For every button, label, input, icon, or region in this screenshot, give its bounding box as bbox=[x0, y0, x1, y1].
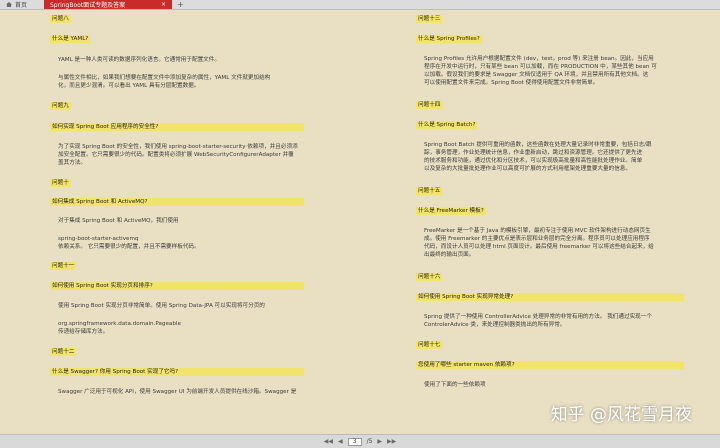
para-q17: 使用了下面的一些依赖项 bbox=[424, 382, 486, 388]
para-q13-1: Spring Profiles 允许用户根据配置文件 (dev，test，pro… bbox=[424, 56, 654, 62]
tab-document-label: SpringBoot面试专题及答案 bbox=[50, 2, 126, 9]
question-q10: 如何集成 Spring Boot 和 ActiveMQ? bbox=[50, 198, 304, 206]
para-q9-1: 为了实现 Spring Boot 的安全性，我们使用 spring-boot-s… bbox=[58, 144, 298, 150]
next-page-icon[interactable]: ▶ bbox=[377, 438, 382, 445]
first-page-icon[interactable]: ◀◀ bbox=[324, 438, 333, 445]
para-q8-a: YAML 是一种人类可读的数据序列化语言。它通常用于配置文件。 bbox=[58, 57, 220, 63]
close-icon[interactable]: × bbox=[161, 1, 166, 8]
para-q14-1: Spring Boot Batch 提供可重用的函数，这些函数在处理大量记录时非… bbox=[424, 142, 652, 148]
heading-q8: 问题八 bbox=[50, 15, 71, 23]
para-q13-3: 以加载。假设我们的要求是 Swagger 文档仅适用于 QA 环境，并且禁用所有… bbox=[424, 72, 649, 78]
heading-q10: 问题十 bbox=[50, 179, 71, 187]
home-icon bbox=[6, 2, 12, 7]
tab-bar: 首页 SpringBoot面试专题及答案 × + bbox=[0, 0, 720, 10]
para-q10-a: 对于集成 Spring Boot 和 ActiveMQ，我们使用 bbox=[58, 218, 179, 224]
page-left: 问题八 什么是 YAML? YAML 是一种人类可读的数据序列化语言。它通常用于… bbox=[50, 11, 334, 434]
tab-home-label: 首页 bbox=[15, 2, 28, 9]
para-q16-1: Spring 提供了一种使用 ControllerAdvice 处理异常的非常有… bbox=[424, 314, 652, 320]
page-number-input[interactable]: 3 bbox=[347, 437, 362, 446]
para-q11-a: 使用 Spring Boot 实现分页非常简单。使用 Spring Data-J… bbox=[58, 303, 265, 309]
para-q15-2: 成。使用 Freemarker 的主要优点是表示层和业务层的完全分离。程序员可以… bbox=[424, 236, 650, 242]
para-q9-2: 加安全配置。它只需要很少的代码。配置类将必须扩展 WebSecurityConf… bbox=[58, 152, 294, 158]
page-total: /5 bbox=[366, 438, 373, 445]
prev-page-icon[interactable]: ◀ bbox=[338, 438, 343, 445]
last-page-icon[interactable]: ▶▶ bbox=[387, 438, 396, 445]
para-q14-4: 以及复杂的大批量批处理作业可以高度可扩展的方式利用框架处理重要大量的信息。 bbox=[424, 166, 631, 172]
question-q16: 如何使用 Spring Boot 实现异常处理? bbox=[416, 293, 684, 301]
heading-q15: 问题十五 bbox=[416, 187, 443, 195]
watermark: 知乎 @风花雪月夜 bbox=[550, 405, 692, 425]
para-q13-2: 程序在开发中运行时，只有某些 bean 可以加载，而在 PRODUCTION 中… bbox=[424, 64, 657, 70]
heading-q14: 问题十四 bbox=[416, 101, 443, 109]
para-q8-b1: 与属性文件相比，如果我们想要在配置文件中添加复杂的属性，YAML 文件就更加结构 bbox=[58, 75, 271, 81]
para-q10-b: spring-boot-starter-activemq bbox=[58, 236, 139, 242]
para-q13-4: 可以使用配置文件来完成。Spring Boot 使得使用配置文件非常简单。 bbox=[424, 80, 599, 86]
para-q16-2: ControlerAdvice 类，来处理控制器类抛出的所有异常。 bbox=[424, 322, 566, 328]
para-q14-3: 的技术服务和功能，通过优化和分区技术，可以实现极高批量和高性能批处理作业。简单 bbox=[424, 158, 643, 164]
page-right: 问题十三 什么是 Spring Profiles? Spring Profile… bbox=[416, 11, 705, 434]
question-q15: 什么是 FreeMarker 模板? bbox=[416, 207, 486, 215]
heading-q16: 问题十六 bbox=[416, 273, 443, 281]
tab-home[interactable]: 首页 bbox=[0, 0, 44, 9]
question-q17: 您使用了哪些 starter maven 依赖项? bbox=[416, 361, 684, 369]
heading-q9: 问题九 bbox=[50, 102, 71, 110]
question-q12: 什么是 Swagger? 你用 Spring Boot 实现了它吗? bbox=[50, 368, 304, 376]
para-q10-c: 依赖关系。 它只需要很少的配置，并且不需要样板代码。 bbox=[58, 244, 200, 250]
question-q9: 如何实现 Spring Boot 应用程序的安全性? bbox=[50, 123, 304, 131]
add-tab-button[interactable]: + bbox=[172, 0, 189, 9]
page-gutter bbox=[340, 11, 410, 434]
para-q12: Swagger 广泛用于可视化 API，使用 Swagger UI 为前端开发人… bbox=[58, 389, 297, 395]
question-q13: 什么是 Spring Profiles? bbox=[416, 35, 482, 43]
para-q8-b2: 化，而且更少混淆。可以看出 YAML 具有分层配置数据。 bbox=[58, 83, 200, 89]
para-q9-3: 盖其方法。 bbox=[58, 160, 86, 166]
heading-q17: 问题十七 bbox=[416, 341, 443, 349]
para-q15-3: 代码，而设计人员可以处理 html 页面设计。最后使用 freemarker 可… bbox=[424, 244, 654, 250]
para-q14-2: 踪，事务管理，作业处理统计信息，作业重新启动，跳过和资源管理。它还提供了更先进 bbox=[424, 150, 643, 156]
para-q15-4: 出最终的输出页面。 bbox=[424, 252, 475, 258]
question-q11: 如何使用 Spring Boot 实现分页和排序? bbox=[50, 282, 304, 290]
heading-q13: 问题十三 bbox=[416, 15, 443, 23]
para-q11-b: org.springframework.data.domain.Pageable bbox=[58, 321, 181, 327]
page-navigation-bar: ◀◀ ◀ 3 /5 ▶ ▶▶ bbox=[0, 434, 720, 448]
question-q14: 什么是 Spring Batch? bbox=[416, 121, 478, 129]
para-q15-1: FreeMarker 是一个基于 Java 的模板引擎，最初专注于使用 MVC … bbox=[424, 228, 651, 234]
para-q11-c: 传递给存储库方法。 bbox=[58, 329, 109, 335]
heading-q12: 问题十二 bbox=[50, 348, 77, 356]
tab-document[interactable]: SpringBoot面试专题及答案 × bbox=[44, 0, 172, 9]
heading-q11: 问题十一 bbox=[50, 262, 77, 270]
question-q8: 什么是 YAML? bbox=[50, 35, 91, 43]
